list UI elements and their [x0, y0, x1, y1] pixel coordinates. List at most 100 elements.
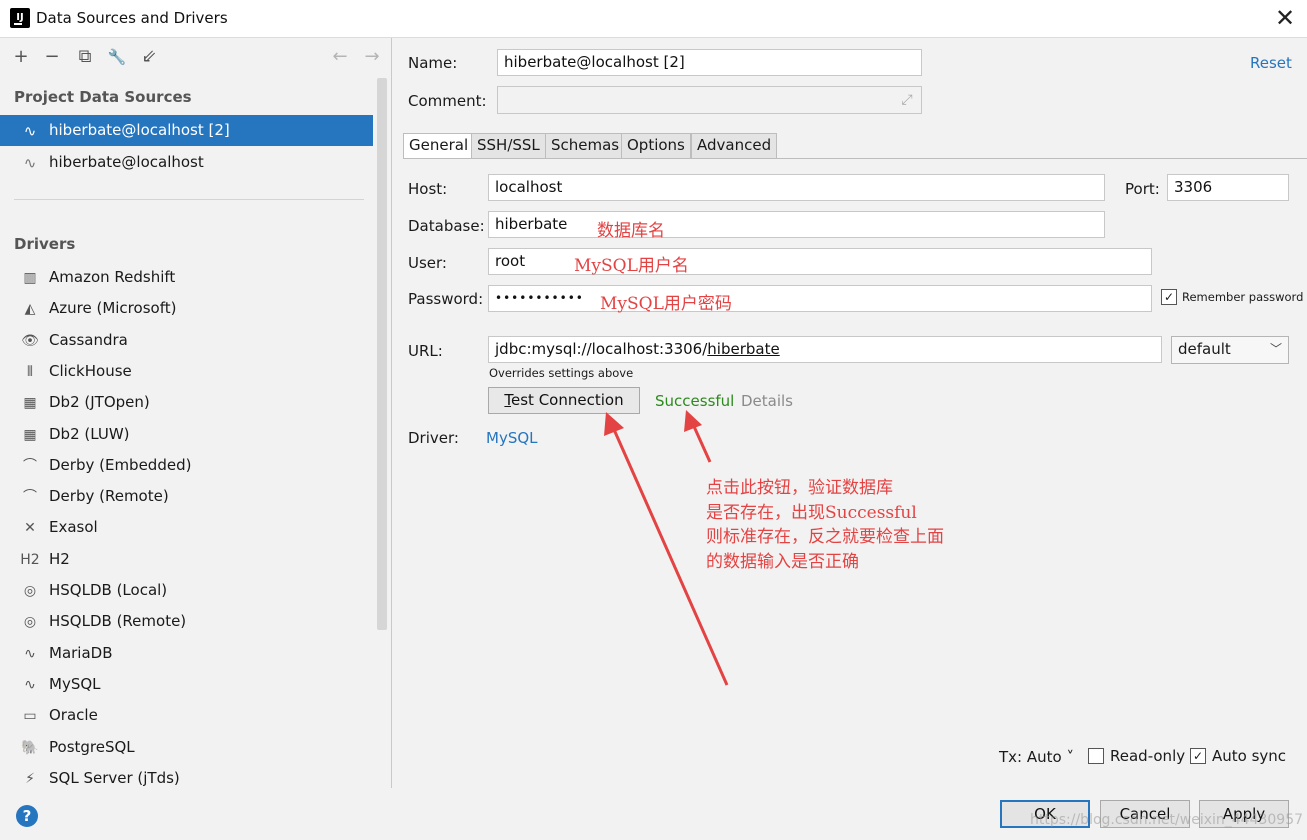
arrow-to-status — [690, 421, 712, 463]
url-label: URL: — [408, 342, 443, 360]
data-source-label: hiberbate@localhost — [49, 153, 204, 171]
remove-icon[interactable]: − — [41, 46, 63, 68]
database-input[interactable]: hiberbate — [488, 211, 1105, 238]
wrench-icon[interactable]: 🔧 — [106, 46, 128, 68]
driver-item[interactable]: ✕ Exasol — [0, 513, 373, 543]
driver-item[interactable]: ◎ HSQLDB (Local) — [0, 576, 373, 606]
driver-item[interactable]: H2 H2 — [0, 545, 373, 575]
annotation-user: MySQL用户名 — [574, 256, 689, 276]
mysql-icon: ∿ — [23, 122, 37, 140]
driver-item[interactable]: ∿ MariaDB — [0, 639, 373, 669]
tab-schemas[interactable]: Schemas — [545, 133, 626, 158]
annotation-database: 数据库名 — [597, 221, 665, 241]
name-input[interactable]: hiberbate@localhost [2] — [497, 49, 922, 76]
arrow-head — [684, 410, 702, 432]
tab-divider — [403, 158, 1307, 159]
remember-password-checkbox[interactable]: ✓ — [1161, 289, 1177, 305]
forward-arrow-icon[interactable]: → — [361, 46, 383, 68]
driver-icon: ◎ — [23, 583, 37, 599]
arrow-head — [604, 412, 624, 436]
watermark: https://blog.csdn.net/weixin_44430957 — [1030, 812, 1304, 828]
divider — [14, 199, 364, 200]
read-only-checkbox[interactable] — [1088, 748, 1104, 764]
host-label: Host: — [408, 180, 448, 198]
add-icon[interactable]: + — [10, 46, 32, 68]
mysql-icon: ∿ — [23, 154, 37, 172]
driver-icon: ⌒ — [23, 458, 37, 474]
back-arrow-icon[interactable]: ← — [329, 46, 351, 68]
left-scrollbar[interactable] — [377, 78, 387, 630]
copy-icon[interactable]: ⧉ — [74, 46, 96, 68]
driver-item[interactable]: ▦ Db2 (JTOpen) — [0, 388, 373, 418]
driver-label: Exasol — [49, 518, 98, 536]
driver-icon: 🐘 — [21, 740, 39, 756]
driver-icon: ◭ — [24, 301, 36, 317]
driver-item[interactable]: ⌒ Derby (Remote) — [0, 482, 373, 512]
driver-icon: 👁 — [21, 333, 39, 349]
driver-item[interactable]: 🐘 PostgreSQL — [0, 733, 373, 763]
driver-label: Oracle — [49, 706, 98, 724]
driver-icon: ⌒ — [23, 489, 37, 505]
details-link[interactable]: Details — [741, 392, 793, 410]
tab-ssh-ssl[interactable]: SSH/SSL — [471, 133, 546, 158]
tab-advanced[interactable]: Advanced — [691, 133, 778, 158]
driver-label: Derby (Remote) — [49, 487, 169, 505]
connection-status: Successful — [655, 392, 735, 410]
driver-label: HSQLDB (Remote) — [49, 612, 187, 630]
driver-label: MariaDB — [49, 644, 113, 662]
driver-label: Amazon Redshift — [49, 268, 176, 286]
driver-icon: ∿ — [24, 646, 36, 662]
data-source-item[interactable]: ∿ hiberbate@localhost — [0, 147, 373, 178]
annotation-line: 则标准存在，反之就要检查上面 — [706, 527, 944, 547]
reset-link[interactable]: Reset — [1250, 54, 1292, 72]
comment-input[interactable] — [497, 86, 922, 114]
tx-mode-select[interactable]: Tx: Auto ˅ — [999, 748, 1074, 766]
driver-item[interactable]: ⦀ ClickHouse — [0, 357, 373, 387]
auto-sync-label: Auto sync — [1212, 747, 1287, 765]
driver-icon: ▭ — [23, 708, 37, 724]
left-toolbar: + − ⧉ 🔧 ⇙ ← → — [0, 38, 392, 76]
driver-item[interactable]: ◭ Azure (Microsoft) — [0, 294, 373, 324]
driver-icon: ▦ — [23, 427, 37, 443]
auto-sync-checkbox[interactable]: ✓ — [1190, 748, 1206, 764]
read-only-label: Read-only — [1110, 747, 1186, 765]
driver-item[interactable]: ▭ Oracle — [0, 701, 373, 731]
driver-item[interactable]: ⌒ Derby (Embedded) — [0, 451, 373, 481]
close-icon[interactable]: ✕ — [1270, 5, 1300, 33]
port-label: Port: — [1125, 180, 1160, 198]
port-input[interactable]: 3306 — [1167, 174, 1289, 201]
driver-item[interactable]: ∿ MySQL — [0, 670, 373, 700]
help-icon[interactable]: ? — [16, 805, 38, 827]
tab-general[interactable]: General — [403, 133, 475, 159]
password-input[interactable]: ••••••••••• — [488, 285, 1152, 312]
driver-item[interactable]: ▦ Db2 (LUW) — [0, 420, 373, 450]
driver-link[interactable]: MySQL — [486, 429, 538, 447]
tab-options[interactable]: Options — [621, 133, 691, 158]
remember-password-label: Remember password — [1182, 290, 1304, 304]
window-title: Data Sources and Drivers — [36, 9, 228, 27]
driver-label: MySQL — [49, 675, 101, 693]
driver-item[interactable]: ◎ HSQLDB (Remote) — [0, 607, 373, 637]
driver-label: Driver: — [408, 429, 459, 447]
comment-label: Comment: — [408, 92, 487, 110]
expand-icon[interactable]: ⤢ — [898, 91, 916, 109]
driver-label: HSQLDB (Local) — [49, 581, 168, 599]
data-source-item-selected[interactable]: ∿ hiberbate@localhost [2] — [0, 115, 373, 146]
driver-icon: ▥ — [23, 270, 37, 286]
import-icon[interactable]: ⇙ — [138, 46, 160, 68]
test-connection-button[interactable]: Test Connection — [488, 387, 640, 414]
app-logo-icon: IJ — [10, 8, 30, 28]
driver-label: PostgreSQL — [49, 738, 135, 756]
url-input[interactable]: jdbc:mysql://localhost:3306/hiberbate — [488, 336, 1162, 363]
annotation-line: 是否存在，出现Successful — [706, 502, 917, 523]
overrides-hint: Overrides settings above — [489, 366, 634, 380]
annotation-line: 点击此按钮，验证数据库 — [706, 478, 893, 498]
driver-label: Db2 (LUW) — [49, 425, 130, 443]
url-mode-select[interactable]: default ﹀ — [1171, 336, 1289, 364]
password-label: Password: — [408, 290, 484, 308]
driver-icon: ▦ — [23, 395, 37, 411]
driver-item[interactable]: ▥ Amazon Redshift — [0, 263, 373, 293]
driver-item[interactable]: 👁 Cassandra — [0, 326, 373, 356]
driver-icon: ∿ — [24, 677, 36, 693]
host-input[interactable]: localhost — [488, 174, 1105, 201]
